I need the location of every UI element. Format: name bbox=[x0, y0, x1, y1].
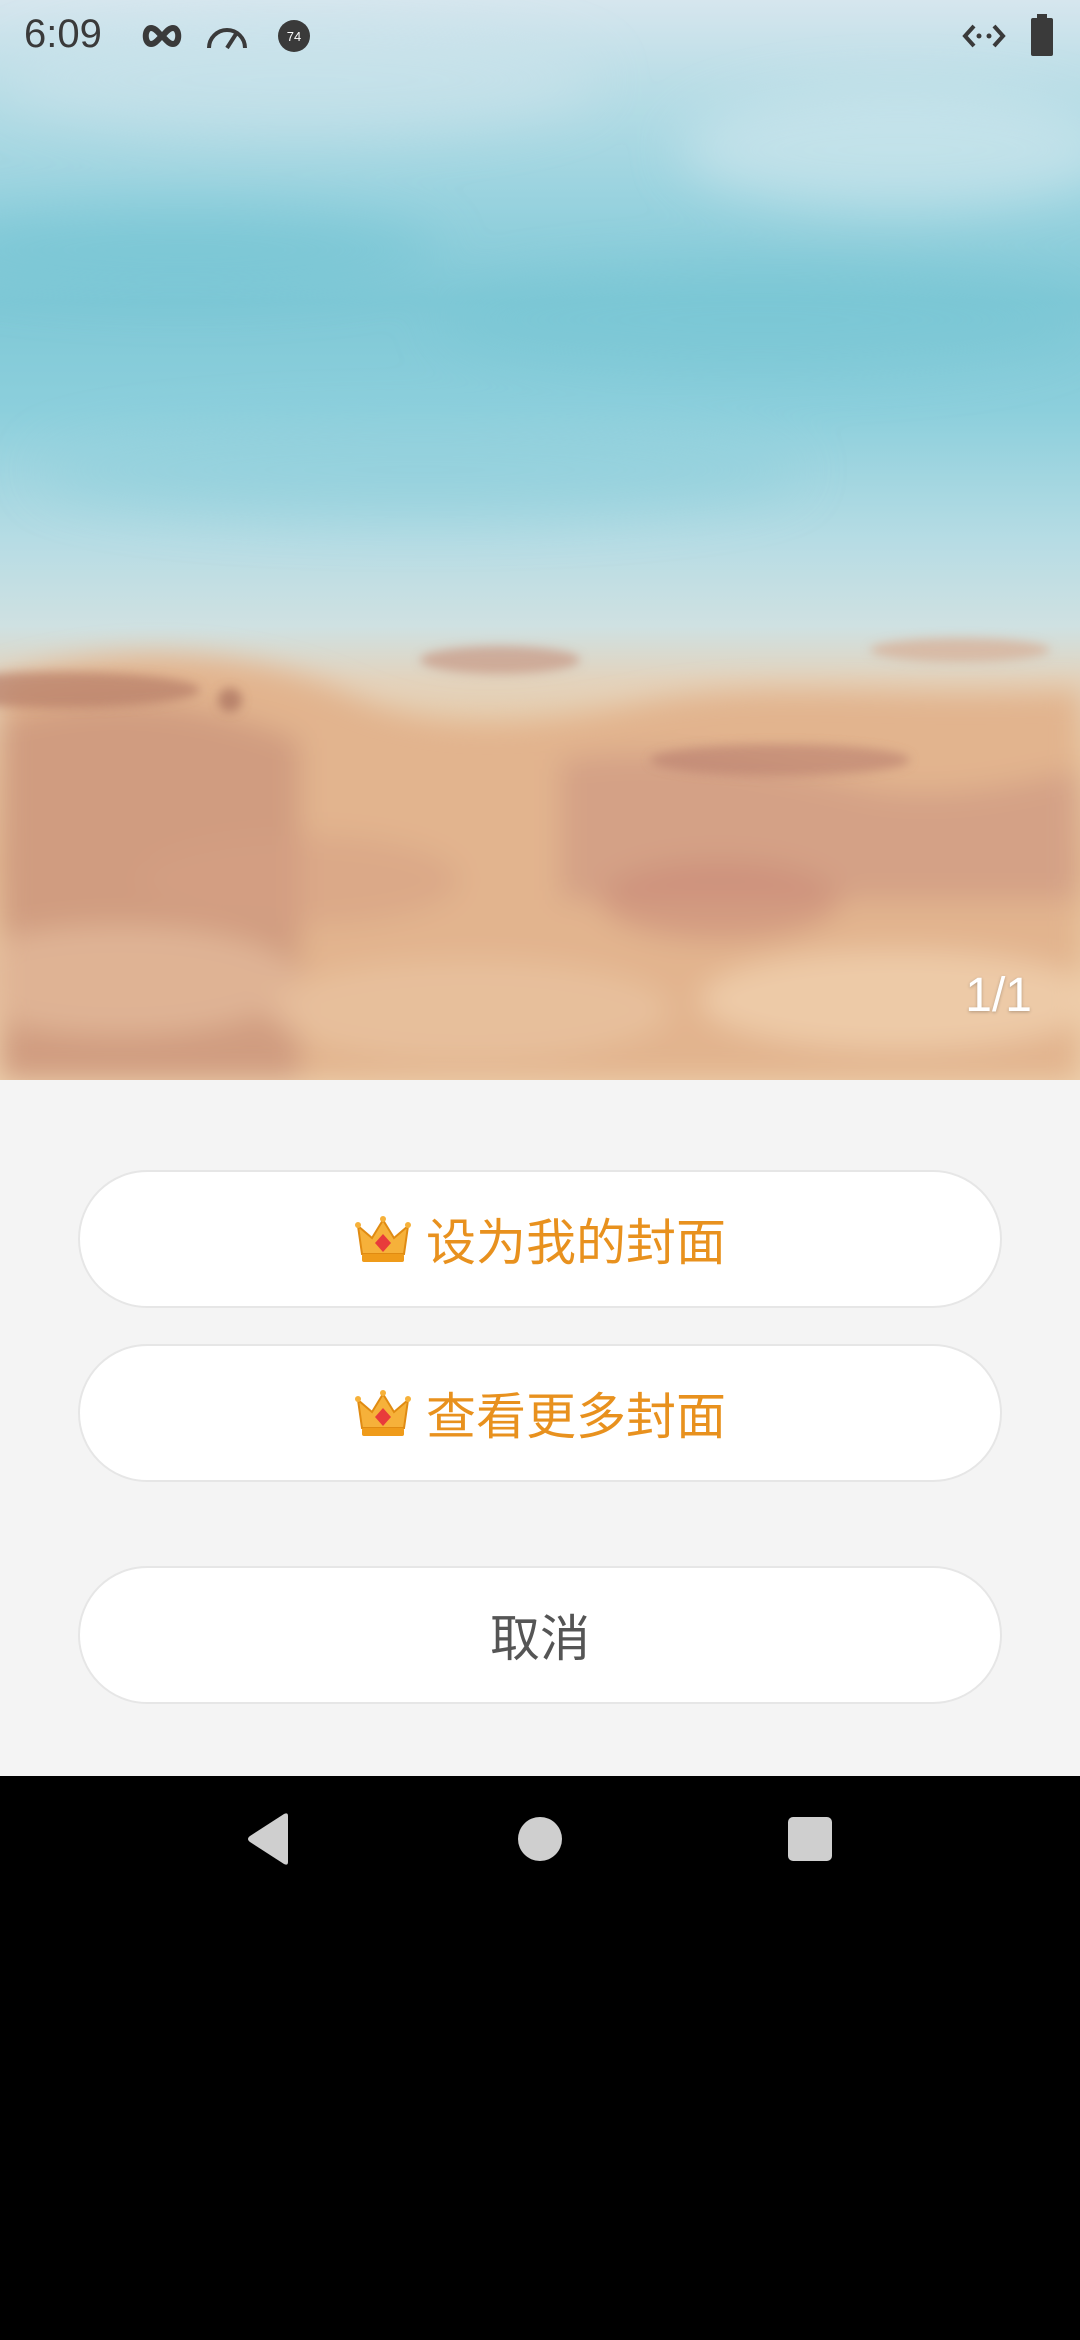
status-time: 6:09 bbox=[24, 12, 102, 56]
action-sheet: 设为我的封面 查看更多封面 取消 bbox=[0, 1080, 1080, 1776]
home-icon[interactable] bbox=[518, 1812, 562, 1870]
battery-icon bbox=[1030, 14, 1054, 60]
view-more-covers-label: 查看更多封面 bbox=[426, 1388, 726, 1446]
cancel-label: 取消 bbox=[490, 1610, 590, 1668]
cancel-button[interactable]: 取消 bbox=[78, 1566, 1002, 1704]
set-as-cover-label: 设为我的封面 bbox=[426, 1214, 726, 1272]
infinity-icon bbox=[140, 18, 184, 58]
status-bar: 6:09 74 bbox=[0, 0, 1080, 72]
back-icon[interactable] bbox=[244, 1812, 292, 1870]
badge-number: 74 bbox=[287, 29, 301, 44]
beach-sand-illustration bbox=[0, 25, 1080, 1080]
navigation-bar bbox=[0, 1776, 1080, 2340]
set-as-cover-button[interactable]: 设为我的封面 bbox=[78, 1170, 1002, 1308]
image-counter: 1/1 bbox=[965, 969, 1032, 1022]
crown-icon bbox=[354, 1384, 412, 1442]
notification-badge-icon: 74 bbox=[276, 18, 312, 58]
cover-image: 6:09 74 1/1 bbox=[0, 0, 1080, 1080]
recents-icon[interactable] bbox=[786, 1812, 834, 1870]
crown-icon bbox=[354, 1210, 412, 1268]
speedometer-icon bbox=[204, 18, 250, 58]
code-arrows-icon bbox=[962, 20, 1006, 56]
view-more-covers-button[interactable]: 查看更多封面 bbox=[78, 1344, 1002, 1482]
